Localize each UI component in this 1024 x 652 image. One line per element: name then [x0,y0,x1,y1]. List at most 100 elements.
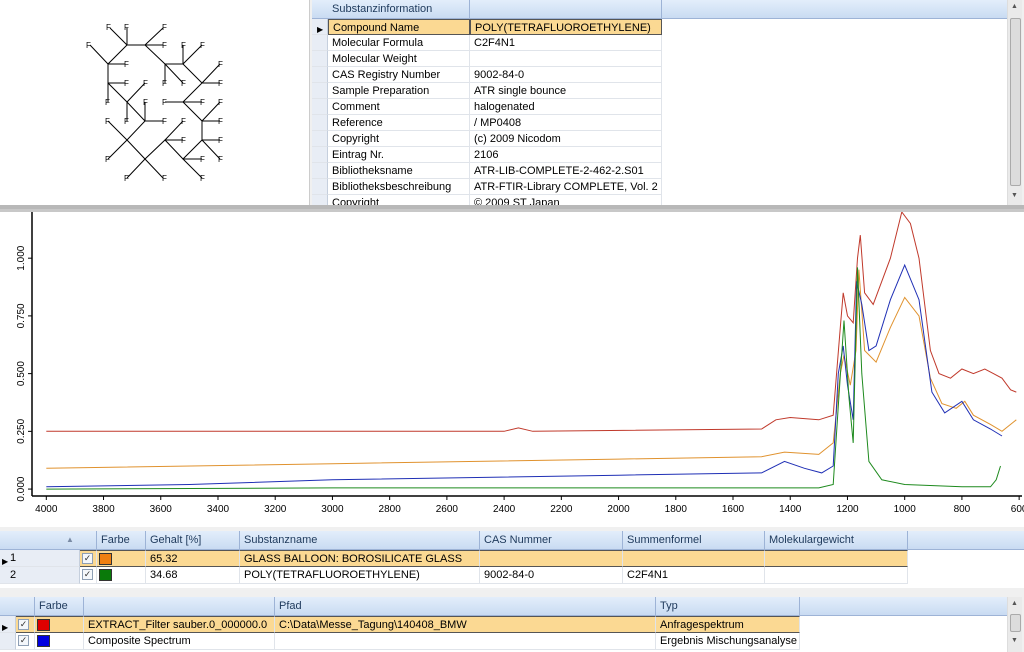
row-header[interactable] [312,35,328,51]
info-row[interactable]: ▶ Compound Name POLY(TETRAFLUOROETHYLENE) [312,19,662,35]
column-header-cas[interactable]: CAS Nummer [480,531,623,550]
color-cell [97,567,146,584]
column-header-check[interactable] [80,531,97,550]
svg-text:F: F [181,136,186,145]
info-value[interactable]: ATR-FTIR-Library COMPLETE, Vol. 2 [470,179,662,195]
visible-checkbox[interactable]: ✓ [18,619,29,630]
spectrum-name-cell-text: EXTRACT_Filter sauber.0_000000.0 [88,619,268,631]
component-row[interactable]: 2 ✓ 34.68 POLY(TETRAFLUOROETHYLENE) 9002-84-… [0,567,908,584]
info-value[interactable] [470,51,662,67]
svg-text:F: F [218,79,223,88]
sort-ascending-icon[interactable]: ▲ [66,535,74,544]
info-value[interactable]: (c) 2009 Nicodom [470,131,662,147]
scroll-thumb[interactable] [1010,18,1021,186]
x-tick-label: 2000 [607,504,630,515]
svg-text:F: F [218,136,223,145]
column-header-summenformel[interactable]: Summenformel [623,531,765,550]
info-row[interactable]: Molecular Weight [312,51,662,67]
row-header[interactable] [312,163,328,179]
row-header[interactable] [312,99,328,115]
x-tick-label: 2400 [493,504,516,515]
column-header-name[interactable] [84,597,275,616]
info-value[interactable]: / MP0408 [470,115,662,131]
column-header-farbe[interactable]: Farbe [35,597,84,616]
color-cell [35,633,84,650]
spectrum-row[interactable]: ✓ Composite Spectrum Ergebnis Mischungsana… [0,633,800,650]
visible-checkbox[interactable]: ✓ [82,553,93,564]
column-header-check[interactable] [16,597,35,616]
info-row[interactable]: Bibliotheksname ATR-LIB-COMPLETE-2-462-2.… [312,163,662,179]
column-header-substanzinformation[interactable]: Substanzinformation [328,0,470,19]
column-header-substanzname[interactable]: Substanzname [240,531,480,550]
y-tick-label: 0.250 [16,418,27,443]
column-header-molekulargewicht[interactable]: Molekulargewicht [765,531,908,550]
spectrum-name-cell: Composite Spectrum [84,633,275,650]
color-cell [35,616,84,633]
visible-checkbox[interactable]: ✓ [18,635,29,646]
info-value[interactable]: ATR single bounce [470,83,662,99]
scroll-up-icon[interactable]: ▲ [1011,600,1018,607]
info-row[interactable]: Eintrag Nr. 2106 [312,147,662,163]
spectrum-series-2 [46,269,1017,469]
info-value[interactable]: halogenated [470,99,662,115]
scroll-down-icon[interactable]: ▼ [1011,192,1018,199]
info-value[interactable]: POLY(TETRAFLUOROETHYLENE) [470,19,662,35]
info-value[interactable]: 9002-84-0 [470,67,662,83]
info-row[interactable]: Copyright (c) 2009 Nicodom [312,131,662,147]
row-header[interactable] [312,51,328,67]
color-swatch[interactable] [37,619,50,631]
row-header[interactable] [312,115,328,131]
y-tick-label: 0.500 [16,361,27,386]
scroll-down-icon[interactable]: ▼ [1011,637,1018,644]
row-header[interactable] [312,83,328,99]
info-value[interactable]: ATR-LIB-COMPLETE-2-462-2.S01 [470,163,662,179]
cas-cell-text: 9002-84-0 [484,569,535,581]
svg-text:F: F [162,174,167,183]
info-value[interactable]: © 2009 ST Japan [470,195,662,205]
info-value[interactable]: C2F4N1 [470,35,662,51]
row-header[interactable] [312,147,328,163]
info-row[interactable]: Sample Preparation ATR single bounce [312,83,662,99]
spectrum-name-cell-text: Composite Spectrum [88,635,191,647]
checkbox-cell: ✓ [16,633,35,650]
row-header[interactable] [312,195,328,205]
info-row[interactable]: Comment halogenated [312,99,662,115]
color-swatch[interactable] [99,553,112,565]
row-header[interactable] [312,67,328,83]
x-tick-label: 1800 [665,504,688,515]
scroll-thumb[interactable] [1010,614,1021,632]
spectrum-name-cell: EXTRACT_Filter sauber.0_000000.0 [84,616,275,633]
typ-cell-text: Anfragespektrum [660,619,744,631]
info-row[interactable]: Molecular Formula C2F4N1 [312,35,662,51]
substanzname-cell: POLY(TETRAFLUOROETHYLENE) [240,567,480,584]
component-row[interactable]: ▶ 1 ✓ 65.32 GLASS BALLOON: BOROSILICATE GLAS… [0,550,908,567]
spectra-scrollbar[interactable]: ▲ ▼ [1007,597,1022,652]
info-value[interactable]: 2106 [470,147,662,163]
column-header-pfad[interactable]: Pfad [275,597,656,616]
info-row[interactable]: Bibliotheksbeschreibung ATR-FTIR-Library … [312,179,662,195]
column-header-value[interactable] [470,0,662,19]
y-tick-label: 1.000 [16,245,27,270]
svg-text:F: F [200,41,205,50]
info-row[interactable]: CAS Registry Number 9002-84-0 [312,67,662,83]
color-swatch[interactable] [37,635,50,647]
info-row[interactable]: Reference / MP0408 [312,115,662,131]
substance-info-scrollbar[interactable]: ▲ ▼ [1007,0,1022,205]
column-header-gehalt[interactable]: Gehalt [%] [146,531,240,550]
x-tick-label: 3200 [264,504,287,515]
row-header[interactable] [312,131,328,147]
column-header-farbe[interactable]: Farbe [97,531,146,550]
spectrum-row[interactable]: ▶ ✓ EXTRACT_Filter sauber.0_000000.0 C:\Dat… [0,616,800,633]
column-header-typ[interactable]: Typ [656,597,800,616]
x-tick-label: 4000 [35,504,58,515]
color-swatch[interactable] [99,569,112,581]
row-header[interactable] [312,179,328,195]
x-tick-label: 3800 [92,504,115,515]
svg-text:F: F [143,98,148,107]
visible-checkbox[interactable]: ✓ [82,569,93,580]
scroll-up-icon[interactable]: ▲ [1011,3,1018,10]
substanzname-cell-text: GLASS BALLOON: BOROSILICATE GLASS [244,553,463,565]
x-tick-label: 600 [1011,504,1024,515]
row-header[interactable]: ▶ [312,19,328,35]
info-row[interactable]: Copyright © 2009 ST Japan [312,195,662,205]
